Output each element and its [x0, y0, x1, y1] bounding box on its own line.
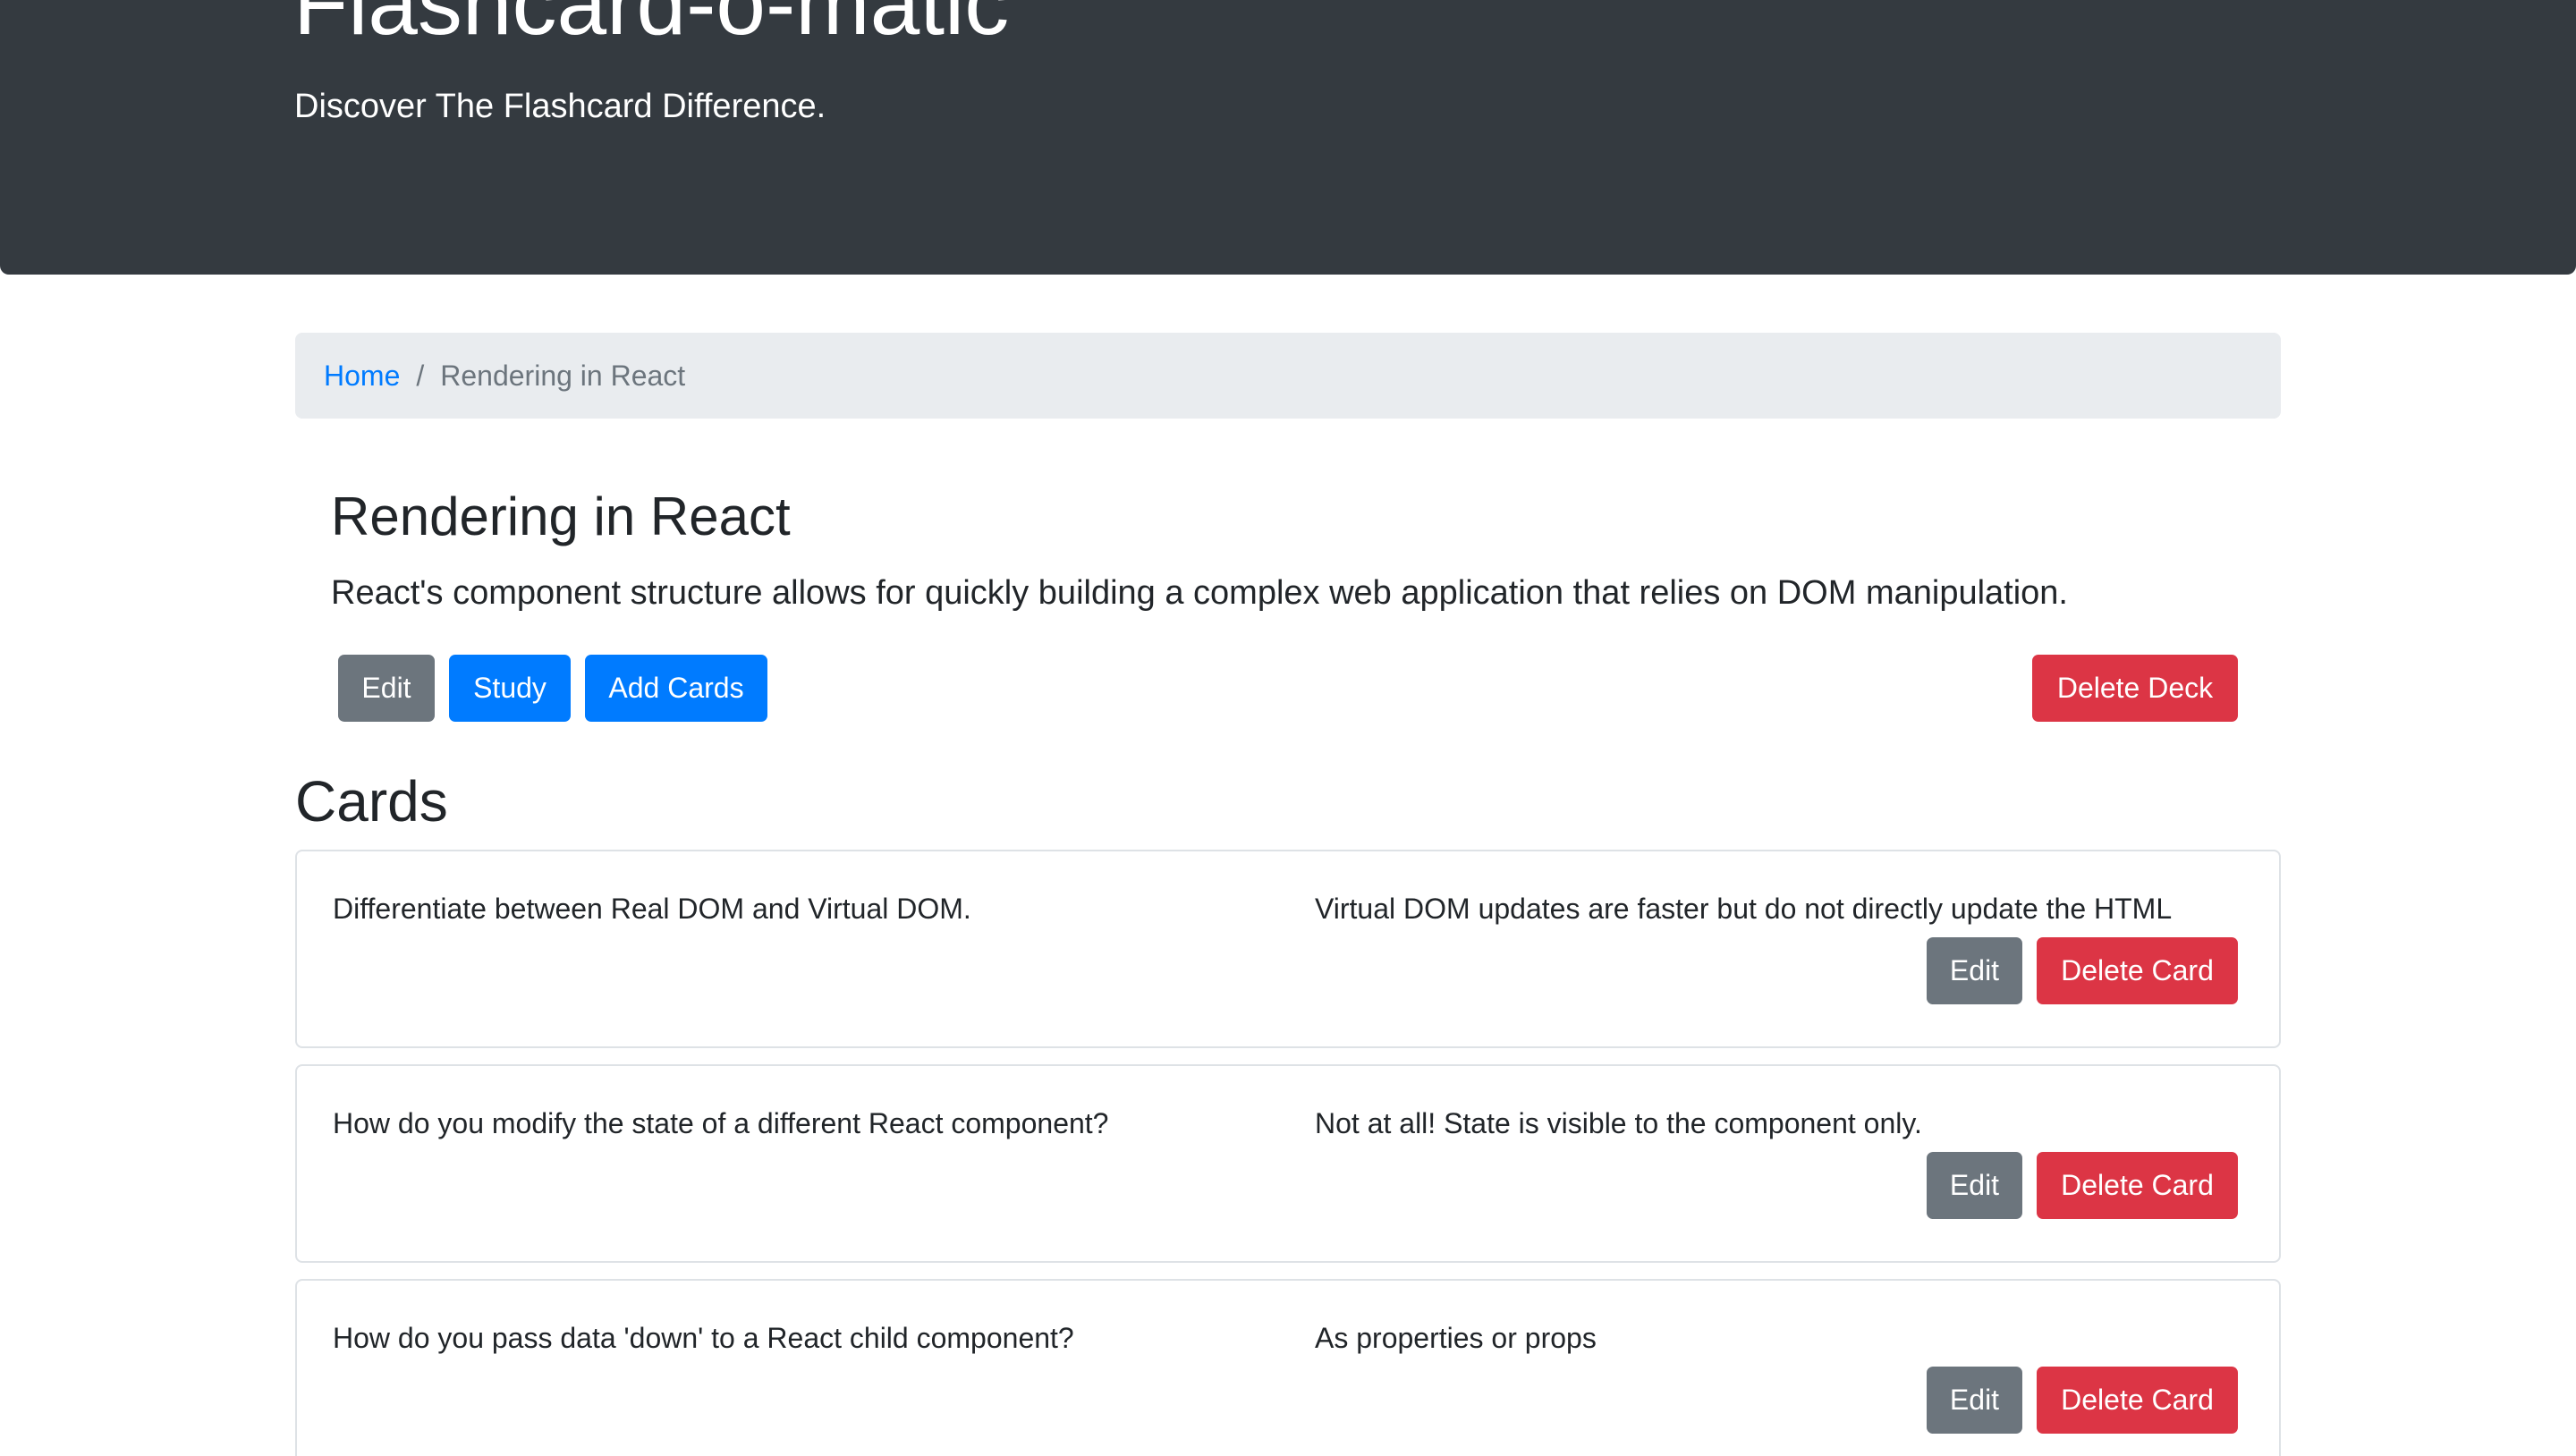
deck-description: React's component structure allows for q…	[331, 574, 2068, 612]
edit-deck-button[interactable]: Edit	[338, 655, 435, 722]
card-front-text: How do you modify the state of a differe…	[333, 1107, 1109, 1139]
edit-card-button[interactable]: Edit	[1927, 937, 2022, 1004]
breadcrumb-separator: /	[416, 359, 425, 392]
breadcrumb-current: Rendering in React	[440, 359, 686, 392]
card-item: Differentiate between Real DOM and Virtu…	[295, 850, 2281, 1048]
study-button[interactable]: Study	[449, 655, 571, 722]
card-back-text: Not at all! State is visible to the comp…	[1315, 1107, 1922, 1139]
breadcrumb: Home / Rendering in React	[295, 333, 2281, 419]
site-header: Flashcard-o-matic Discover The Flashcard…	[0, 0, 2576, 275]
edit-card-button[interactable]: Edit	[1927, 1152, 2022, 1219]
deck-title: Rendering in React	[331, 487, 791, 546]
add-cards-button[interactable]: Add Cards	[585, 655, 767, 722]
site-tagline: Discover The Flashcard Difference.	[294, 88, 826, 125]
delete-card-button[interactable]: Delete Card	[2037, 937, 2238, 1004]
page: Flashcard-o-matic Discover The Flashcard…	[0, 0, 2576, 1456]
breadcrumb-home-link[interactable]: Home	[324, 360, 400, 393]
site-title: Flashcard-o-matic	[293, 0, 1010, 54]
edit-card-button[interactable]: Edit	[1927, 1367, 2022, 1434]
card-front-text: How do you pass data 'down' to a React c…	[333, 1322, 1074, 1354]
delete-card-button[interactable]: Delete Card	[2037, 1152, 2238, 1219]
delete-card-button[interactable]: Delete Card	[2037, 1367, 2238, 1434]
card-item: How do you modify the state of a differe…	[295, 1064, 2281, 1263]
card-item: How do you pass data 'down' to a React c…	[295, 1279, 2281, 1456]
cards-heading: Cards	[295, 769, 448, 834]
card-back-text: Virtual DOM updates are faster but do no…	[1315, 893, 2173, 925]
card-front-text: Differentiate between Real DOM and Virtu…	[333, 893, 971, 925]
card-back-text: As properties or props	[1315, 1322, 1597, 1354]
delete-deck-button[interactable]: Delete Deck	[2032, 655, 2238, 722]
